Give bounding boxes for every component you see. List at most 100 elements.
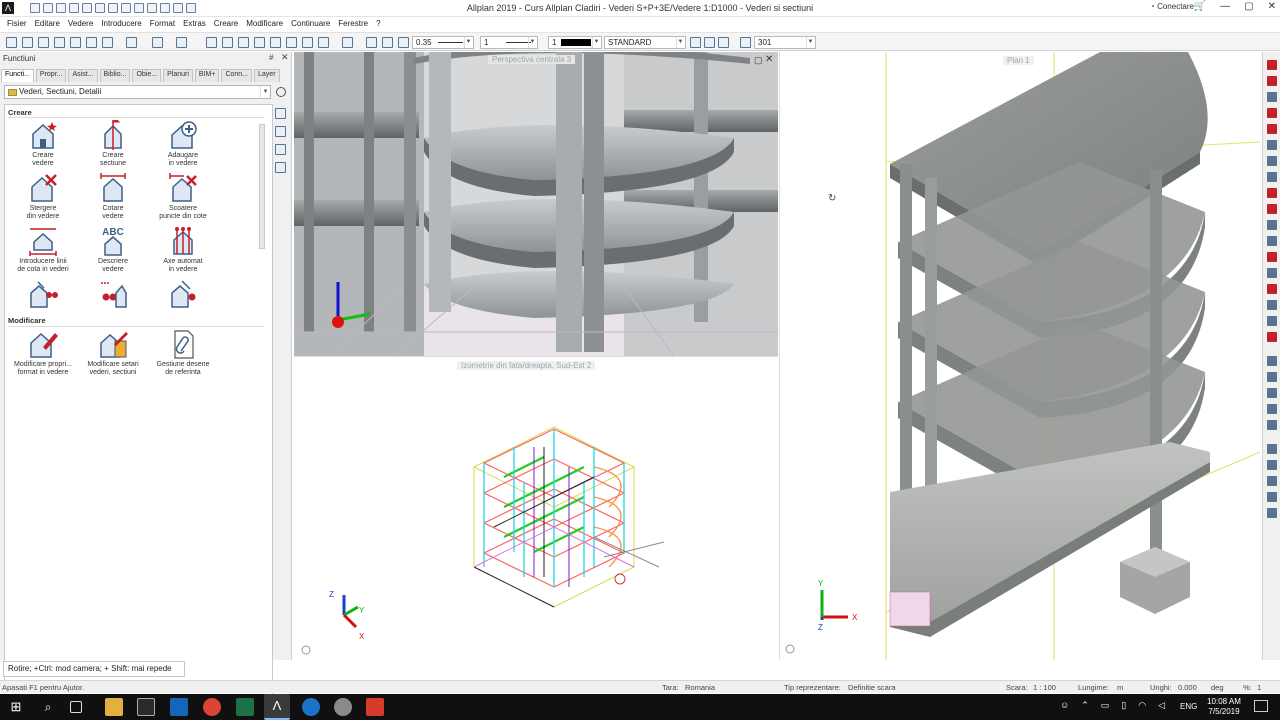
- store-icon[interactable]: [137, 698, 155, 716]
- outlook-icon[interactable]: [170, 698, 188, 716]
- line-type-select[interactable]: 1 ▼: [480, 36, 538, 49]
- pen-thickness-select[interactable]: 0.35 ▼: [412, 36, 474, 49]
- mirror-icon[interactable]: [302, 37, 313, 48]
- create-view-tool[interactable]: Creare vedere: [8, 120, 78, 167]
- reference-drawings-tool[interactable]: Gestiune desene de referinta: [148, 329, 218, 376]
- app-taskbar-icon[interactable]: [334, 698, 352, 716]
- explode-icon[interactable]: [1267, 316, 1277, 326]
- tab-asistenti[interactable]: Asist...: [68, 69, 98, 82]
- tab-connect[interactable]: Conn...: [221, 69, 253, 82]
- menu-fisier[interactable]: Fisier: [3, 17, 31, 31]
- windows-start-icon[interactable]: ⊞: [7, 698, 25, 716]
- zoom-icon[interactable]: [342, 37, 353, 48]
- plan-viewport[interactable]: Plan 1 ↻ Y X Z: [779, 52, 1261, 660]
- fileset-icon[interactable]: [54, 37, 65, 48]
- layer-visibility-icon[interactable]: [690, 37, 701, 48]
- search-icon[interactable]: [276, 87, 286, 97]
- side-tool-icon[interactable]: [275, 162, 286, 173]
- delete-icon[interactable]: [254, 37, 265, 48]
- chrome-icon[interactable]: [203, 698, 221, 716]
- section-view-icon[interactable]: [1267, 460, 1277, 470]
- status-length[interactable]: m: [1117, 683, 1123, 692]
- export-icon[interactable]: [86, 37, 97, 48]
- auto-axes-tool[interactable]: Axe automat in vedere: [148, 226, 218, 273]
- join-icon[interactable]: [1267, 300, 1277, 310]
- network-icon[interactable]: ▭: [1101, 700, 1110, 711]
- fillet-icon[interactable]: [1267, 204, 1277, 214]
- status-repr[interactable]: Definitie scara: [848, 683, 896, 692]
- tab-layer[interactable]: Layer: [254, 69, 280, 82]
- cut-icon[interactable]: [206, 37, 217, 48]
- view-tool-extra-2[interactable]: [78, 279, 148, 311]
- tray-expand-icon[interactable]: ⌃: [1081, 700, 1089, 711]
- stretch-icon[interactable]: [1267, 268, 1277, 278]
- color-select[interactable]: 1 ▼: [548, 36, 602, 49]
- selection-filter-icon[interactable]: [1267, 508, 1277, 518]
- distribute-icon[interactable]: [1267, 388, 1277, 398]
- redo-toolbar-icon[interactable]: [176, 37, 187, 48]
- draw-polyline-icon[interactable]: [1267, 76, 1277, 86]
- copy-tool-icon[interactable]: [1267, 172, 1277, 182]
- draw-line-icon[interactable]: [1267, 60, 1277, 70]
- maximize-button[interactable]: ▢: [1244, 1, 1253, 12]
- search-taskbar-icon[interactable]: ⌕: [39, 698, 57, 716]
- screen-icon[interactable]: [126, 37, 137, 48]
- filter-icon[interactable]: [1267, 492, 1277, 502]
- file-explorer-icon[interactable]: [105, 698, 123, 716]
- offset-icon[interactable]: [1267, 188, 1277, 198]
- fill-icon[interactable]: [1267, 156, 1277, 166]
- copy-toolbar-icon[interactable]: [222, 37, 233, 48]
- menu-vedere[interactable]: Vedere: [64, 17, 97, 31]
- battery-icon[interactable]: ▯: [1121, 700, 1126, 711]
- menu-format[interactable]: Format: [146, 17, 179, 31]
- minimize-button[interactable]: —: [1220, 1, 1230, 12]
- remove-points-tool[interactable]: Scoatere puncte din cote: [148, 173, 218, 220]
- status-scale[interactable]: 1 : 100: [1033, 683, 1056, 692]
- people-icon[interactable]: ☺: [1060, 700, 1069, 711]
- side-tool-icon[interactable]: [275, 108, 286, 119]
- scale-select[interactable]: 301 ▼: [754, 36, 816, 49]
- viewport-close-icon[interactable]: ✕: [765, 54, 773, 65]
- perspective-viewport[interactable]: Perspectiva centrala 3: [294, 52, 778, 356]
- side-tool-icon[interactable]: [275, 126, 286, 137]
- hatch-icon[interactable]: [1267, 140, 1277, 150]
- plot-icon[interactable]: [102, 37, 113, 48]
- eyedropper-icon[interactable]: [382, 37, 393, 48]
- paste-toolbar-icon[interactable]: [238, 37, 249, 48]
- describe-view-tool[interactable]: ABC Descriere vedere: [78, 226, 148, 273]
- layer-settings-icon[interactable]: [718, 37, 729, 48]
- undo-toolbar-icon[interactable]: [152, 37, 163, 48]
- palette-close-icon[interactable]: ✕: [281, 52, 289, 63]
- modify-settings-tool[interactable]: Modificare setari vederi, sectiuni: [78, 329, 148, 376]
- measure-icon[interactable]: [1267, 356, 1277, 366]
- clock[interactable]: 10:08 AM 7/5/2019: [1206, 697, 1242, 717]
- menu-help[interactable]: ?: [372, 17, 384, 31]
- properties-icon[interactable]: [6, 37, 17, 48]
- menu-introducere[interactable]: Introducere: [97, 17, 145, 31]
- close-button[interactable]: ✕: [1268, 1, 1276, 12]
- view-icon[interactable]: [1267, 444, 1277, 454]
- menu-creare[interactable]: Creare: [210, 17, 242, 31]
- isometric-viewport[interactable]: Izometrie din fata/dreapta, Sud-Est 2 Z …: [294, 356, 778, 660]
- tab-bim-plus[interactable]: BIM+: [194, 69, 220, 82]
- tab-biblioteca[interactable]: Biblio...: [99, 69, 131, 82]
- edge-icon[interactable]: [302, 698, 320, 716]
- rotate-icon[interactable]: [286, 37, 297, 48]
- view-3d-icon[interactable]: [318, 37, 329, 48]
- app-s-taskbar-icon[interactable]: [366, 698, 384, 716]
- status-angle[interactable]: 0.000: [1178, 683, 1197, 692]
- snap-icon[interactable]: [1267, 404, 1277, 414]
- status-angle-unit[interactable]: deg: [1211, 683, 1224, 692]
- extend-icon[interactable]: [1267, 236, 1277, 246]
- wifi-icon[interactable]: ◠: [1138, 700, 1146, 711]
- menu-extras[interactable]: Extras: [179, 17, 210, 31]
- draw-rectangle-icon[interactable]: [1267, 92, 1277, 102]
- allplan-taskbar-icon[interactable]: Λ: [264, 694, 290, 720]
- menu-ferestre[interactable]: Ferestre: [334, 17, 372, 31]
- tab-planuri[interactable]: Planuri: [163, 69, 193, 82]
- create-section-tool[interactable]: Creare sectiune: [78, 118, 148, 167]
- draw-spline-icon[interactable]: [1267, 124, 1277, 134]
- viewport-maximize-icon[interactable]: ▢: [754, 55, 763, 66]
- viewport-nav-icon[interactable]: [301, 645, 311, 655]
- add-to-view-tool[interactable]: Adaugare in vedere: [148, 120, 218, 167]
